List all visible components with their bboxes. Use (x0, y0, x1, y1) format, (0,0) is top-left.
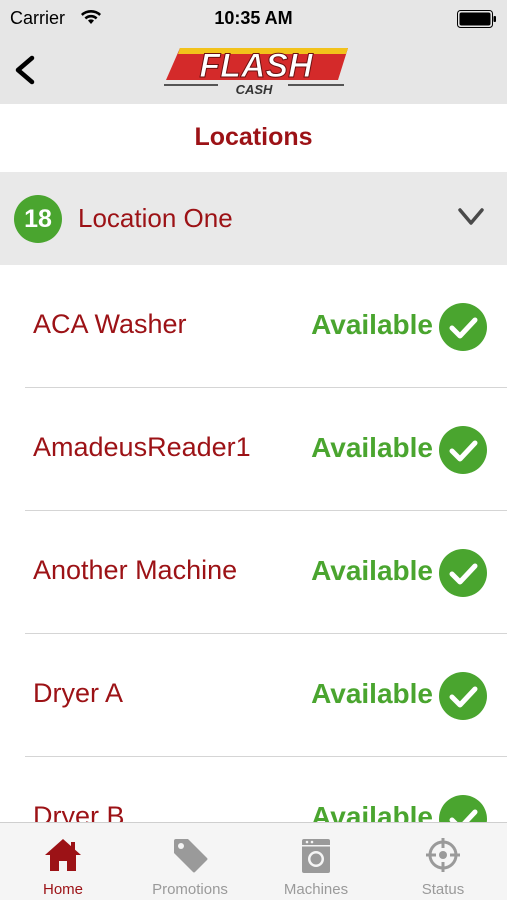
status-label: Available (311, 678, 433, 709)
tab-status[interactable]: Status (380, 823, 506, 900)
tab-label: Promotions (152, 881, 228, 898)
location-header[interactable]: 18 Location One (0, 172, 507, 265)
chevron-left-icon (15, 55, 35, 85)
list-item[interactable]: Dryer A Available (0, 634, 507, 757)
machine-name: Another Machine (33, 555, 238, 585)
home-icon (45, 839, 81, 871)
page-title-bar: Locations (0, 104, 507, 172)
battery-icon (457, 10, 496, 28)
machine-count-badge: 18 (14, 195, 62, 243)
list-item[interactable]: Another Machine Available (0, 511, 507, 634)
tab-label: Home (42, 881, 83, 898)
washer-icon (302, 839, 330, 873)
status-label: Available (311, 555, 433, 586)
tab-label: Status (421, 881, 465, 898)
status-label: Available (311, 432, 433, 463)
nav-bar: FLASH CASH (0, 36, 507, 104)
svg-text:CASH: CASH (236, 82, 273, 97)
list-item[interactable]: ACA Washer Available (0, 265, 507, 388)
machine-name: Dryer A (33, 678, 124, 708)
check-circle-icon (439, 426, 487, 474)
page-title: Locations (194, 123, 313, 151)
svg-text:FLASH: FLASH (199, 47, 314, 85)
clock: 10:35 AM (214, 8, 293, 28)
tab-bar: Home Promotions Machines Status (0, 822, 507, 900)
status-bar: Carrier 10:35 AM (0, 0, 507, 36)
tab-promotions[interactable]: Promotions (127, 823, 253, 900)
crosshair-icon (426, 838, 460, 872)
flash-cash-logo: FLASH CASH (164, 47, 348, 97)
check-circle-icon (439, 303, 487, 351)
list-item[interactable]: Dryer B Available (0, 757, 507, 822)
machine-name: ACA Washer (33, 309, 187, 339)
tab-machines[interactable]: Machines (253, 823, 379, 900)
check-circle-icon (439, 795, 487, 822)
chevron-down-icon[interactable] (457, 206, 485, 228)
status-label: Available (311, 309, 433, 340)
check-circle-icon (439, 672, 487, 720)
check-circle-icon (439, 549, 487, 597)
machine-list[interactable]: ACA Washer Available AmadeusReader1 Avai… (0, 265, 507, 822)
machine-name: Dryer B (33, 801, 125, 822)
status-label: Available (311, 801, 433, 822)
machine-name: AmadeusReader1 (33, 432, 251, 462)
tab-label: Machines (283, 881, 349, 898)
tag-icon (174, 839, 208, 873)
location-name: Location One (78, 203, 233, 233)
list-item[interactable]: AmadeusReader1 Available (0, 388, 507, 511)
back-button[interactable] (8, 46, 48, 94)
tab-home[interactable]: Home (0, 823, 126, 900)
